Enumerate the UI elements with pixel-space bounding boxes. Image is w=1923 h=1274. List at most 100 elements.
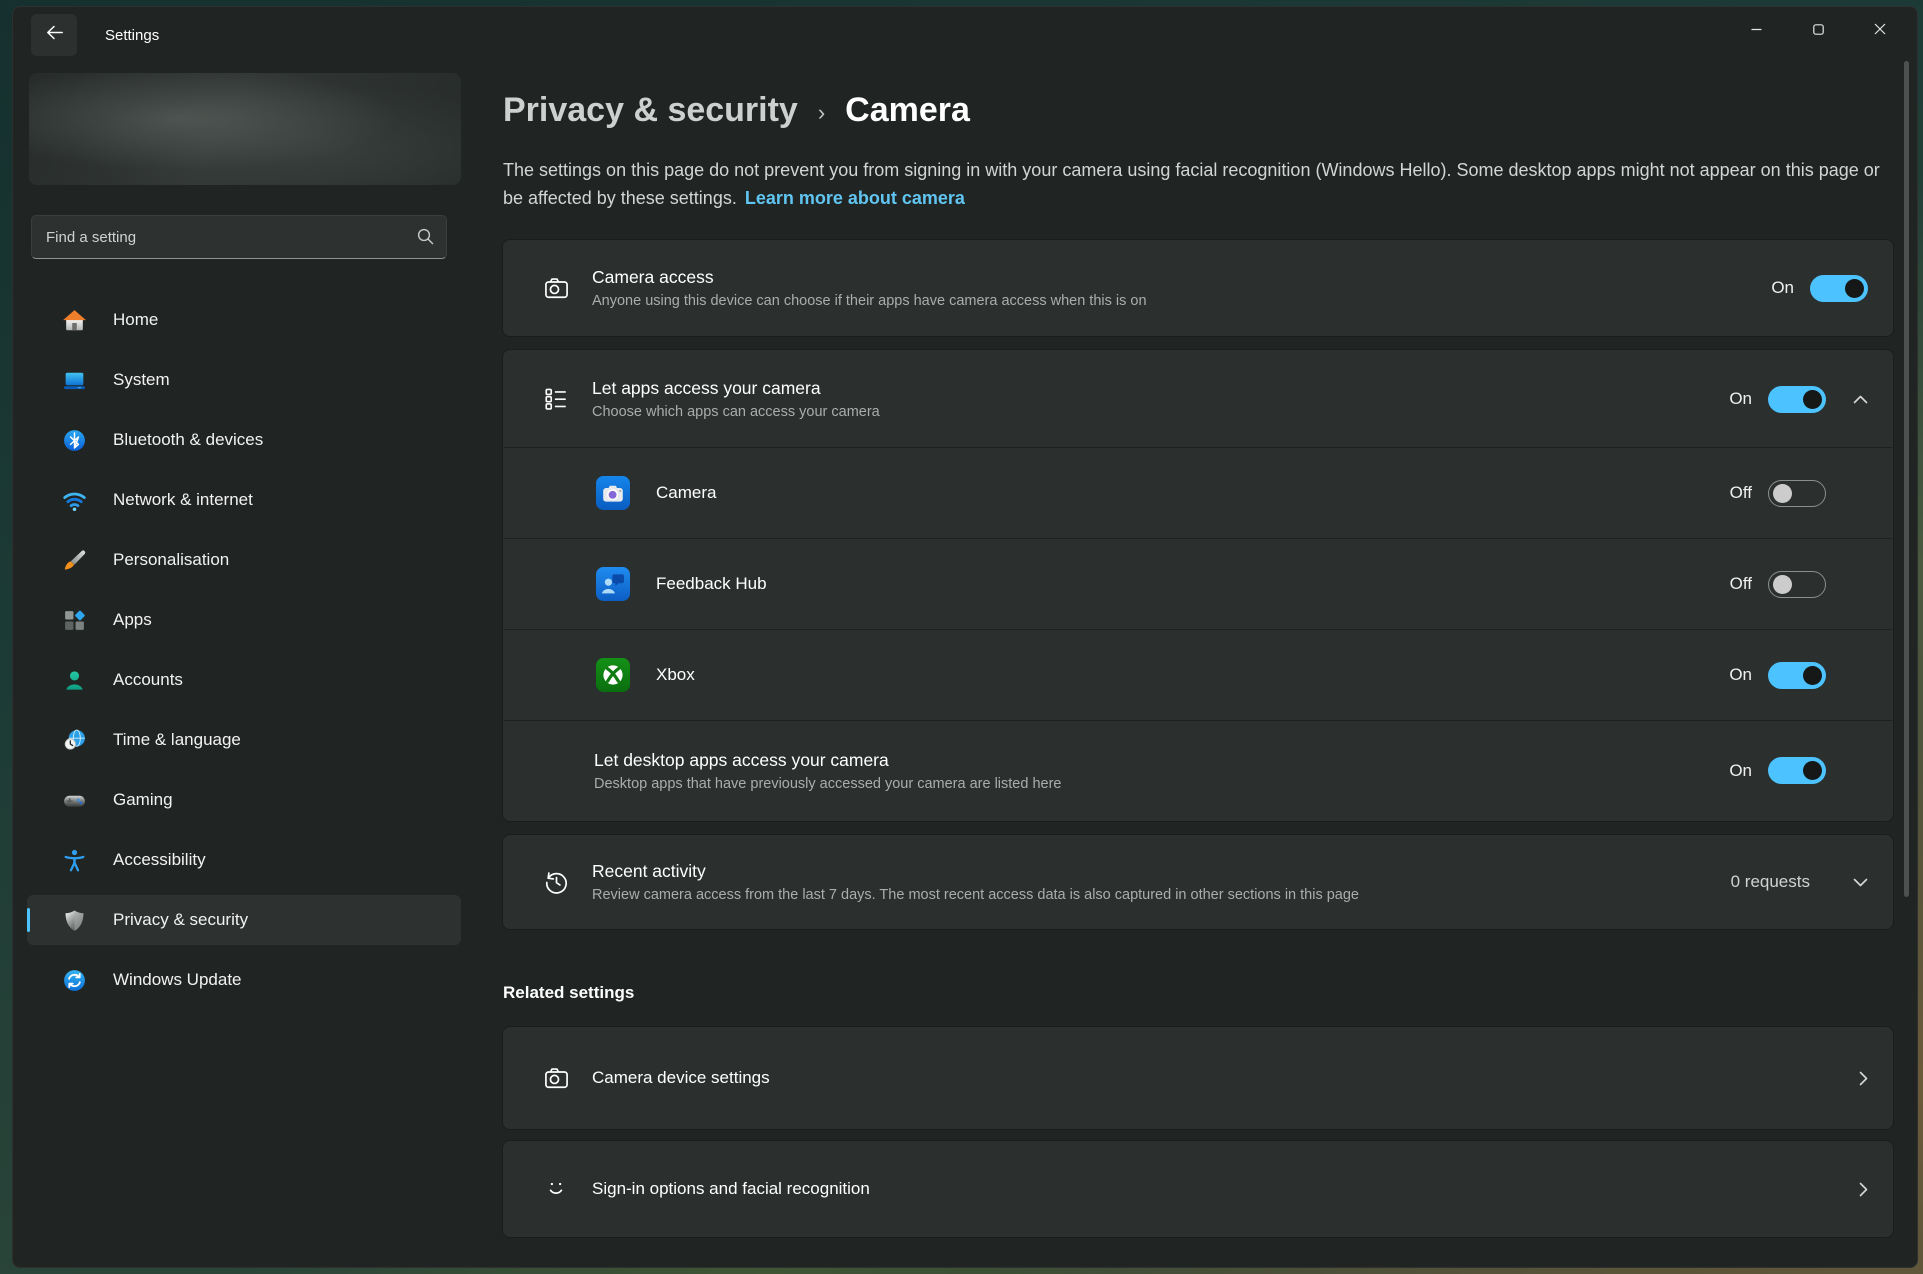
setting-subtitle: Desktop apps that have previously access… (594, 776, 1061, 792)
sidebar-item-label: Bluetooth & devices (113, 430, 263, 450)
sidebar-item-label: Accessibility (113, 850, 206, 870)
windows-update-icon (61, 967, 87, 993)
toggle-knob (1803, 761, 1822, 780)
camera-outline-icon (542, 1065, 570, 1092)
sidebar-item-label: Windows Update (113, 970, 242, 990)
learn-more-link[interactable]: Learn more about camera (745, 188, 965, 208)
setting-title: Let apps access your camera (592, 378, 880, 399)
scrollbar[interactable] (1904, 61, 1909, 897)
search-icon (417, 228, 434, 250)
breadcrumb-separator-icon: › (818, 100, 825, 126)
close-button[interactable] (1849, 7, 1911, 51)
app-name: Feedback Hub (656, 574, 767, 594)
setting-subtitle: Anyone using this device can choose if t… (592, 293, 1147, 309)
expand-button[interactable] (1826, 878, 1868, 887)
app-row-xbox: Xbox On (504, 629, 1892, 720)
maximize-button[interactable] (1787, 7, 1849, 51)
accessibility-icon (61, 847, 87, 873)
sidebar-item-privacy-security[interactable]: Privacy & security (27, 895, 461, 945)
back-button[interactable] (31, 14, 77, 56)
toggle-state-label: Off (1730, 483, 1752, 503)
sidebar-item-accounts[interactable]: Accounts (27, 655, 461, 705)
shield-icon (61, 907, 87, 933)
sidebar-item-apps[interactable]: Apps (27, 595, 461, 645)
close-icon (1874, 23, 1886, 35)
related-settings-heading: Related settings (503, 983, 1893, 1003)
back-arrow-icon (46, 25, 63, 45)
collapse-button[interactable] (1826, 395, 1868, 404)
sidebar-item-time-language[interactable]: Time & language (27, 715, 461, 765)
search-input[interactable] (31, 215, 447, 259)
sidebar-item-windows-update[interactable]: Windows Update (27, 955, 461, 1005)
sidebar-item-label: Accounts (113, 670, 183, 690)
setting-subtitle: Review camera access from the last 7 day… (592, 887, 1359, 903)
sidebar-item-label: Personalisation (113, 550, 229, 570)
sidebar: Home System (13, 61, 475, 1267)
titlebar: Settings (13, 7, 1917, 67)
home-icon (61, 307, 87, 333)
user-account-card[interactable] (29, 73, 461, 185)
setting-title: Recent activity (592, 861, 1359, 882)
chevron-right-icon (1859, 1182, 1868, 1197)
sidebar-item-label: Time & language (113, 730, 241, 750)
feedback-hub-app-icon (596, 567, 630, 601)
apps-icon (61, 607, 87, 633)
sidebar-item-gaming[interactable]: Gaming (27, 775, 461, 825)
sidebar-item-bluetooth[interactable]: Bluetooth & devices (27, 415, 461, 465)
app-row-camera: Camera Off (504, 447, 1892, 538)
setting-subtitle: Choose which apps can access your camera (592, 404, 880, 420)
sign-in-options-row[interactable]: Sign-in options and facial recognition (503, 1141, 1893, 1237)
person-icon (61, 667, 87, 693)
sidebar-item-label: Apps (113, 610, 152, 630)
camera-app-toggle[interactable] (1768, 480, 1826, 507)
minimize-button[interactable] (1725, 7, 1787, 51)
feedback-hub-toggle[interactable] (1768, 571, 1826, 598)
main-content: Privacy & security › Camera The settings… (475, 61, 1917, 1267)
navigate-button[interactable] (1826, 1071, 1868, 1086)
breadcrumb-parent[interactable]: Privacy & security (503, 91, 798, 130)
bluetooth-icon (61, 427, 87, 453)
let-apps-row[interactable]: Let apps access your camera Choose which… (504, 351, 1892, 447)
minimize-icon (1751, 24, 1762, 35)
breadcrumb: Privacy & security › Camera (503, 91, 1917, 130)
toggle-state-label: On (1729, 389, 1752, 409)
app-name: Camera (656, 483, 716, 503)
sidebar-item-accessibility[interactable]: Accessibility (27, 835, 461, 885)
chevron-up-icon (1853, 395, 1868, 404)
toggle-state-label: On (1729, 665, 1752, 685)
related-item-label: Camera device settings (592, 1068, 770, 1088)
paintbrush-icon (61, 547, 87, 573)
sidebar-item-personalisation[interactable]: Personalisation (27, 535, 461, 585)
camera-device-settings-row[interactable]: Camera device settings (503, 1027, 1893, 1129)
search-box (31, 215, 447, 259)
sidebar-item-label: Gaming (113, 790, 173, 810)
let-apps-toggle[interactable] (1768, 386, 1826, 413)
setting-title: Camera access (592, 267, 1147, 288)
sidebar-nav: Home System (13, 295, 475, 1005)
app-list-icon (542, 386, 570, 412)
let-apps-group: Let apps access your camera Choose which… (503, 350, 1893, 821)
recent-activity-count: 0 requests (1731, 872, 1810, 892)
sidebar-item-system[interactable]: System (27, 355, 461, 405)
window-controls (1725, 7, 1911, 51)
settings-window: Settings (12, 6, 1918, 1268)
toggle-knob (1803, 666, 1822, 685)
toggle-state-label: On (1729, 761, 1752, 781)
toggle-knob (1773, 484, 1792, 503)
recent-activity-row[interactable]: Recent activity Review camera access fro… (503, 835, 1893, 929)
globe-clock-icon (61, 727, 87, 753)
wifi-icon (61, 487, 87, 513)
camera-access-toggle[interactable] (1810, 275, 1868, 302)
sidebar-item-label: Privacy & security (113, 910, 248, 930)
sidebar-item-network[interactable]: Network & internet (27, 475, 461, 525)
maximize-icon (1813, 24, 1824, 35)
navigate-button[interactable] (1826, 1182, 1868, 1197)
page-title: Camera (845, 91, 970, 130)
sidebar-item-label: Network & internet (113, 490, 253, 510)
toggle-knob (1845, 279, 1864, 298)
app-title: Settings (105, 27, 159, 44)
sidebar-item-home[interactable]: Home (27, 295, 461, 345)
face-icon (542, 1176, 570, 1202)
xbox-toggle[interactable] (1768, 662, 1826, 689)
desktop-apps-toggle[interactable] (1768, 757, 1826, 784)
